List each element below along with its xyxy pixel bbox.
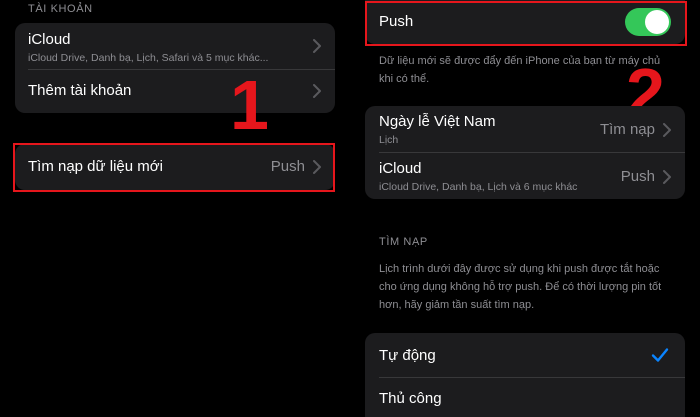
account-row-icloud[interactable]: iCloud iCloud Drive, Danh bạ, Lịch và 6 …: [365, 153, 685, 199]
add-account-row[interactable]: Thêm tài khoản: [15, 70, 335, 113]
annotation-number-1: 1: [230, 66, 269, 144]
chevron-right-icon: [312, 39, 322, 53]
accounts-group: iCloud iCloud Drive, Danh bạ, Lịch, Safa…: [15, 23, 335, 113]
calendar-accounts-group: Ngày lễ Việt Nam Lịch Tìm nạp iCloud iCl…: [365, 106, 685, 199]
fetch-description: Lịch trình dưới đây được sử dụng khi pus…: [379, 263, 662, 311]
account-fetch-mode: Tìm nạp: [599, 121, 655, 138]
add-account-label: Thêm tài khoản: [28, 82, 132, 99]
account-fetch-mode: Push: [620, 168, 655, 185]
schedule-group: Tự động Thủ công: [365, 333, 685, 417]
account-row-icloud[interactable]: iCloud iCloud Drive, Danh bạ, Lịch, Safa…: [15, 23, 335, 69]
account-title: Ngày lễ Việt Nam: [379, 113, 496, 130]
account-subtitle: Lịch: [379, 134, 399, 146]
checkmark-icon: [651, 347, 669, 363]
account-title: iCloud: [379, 160, 422, 177]
chevron-right-icon: [312, 84, 322, 98]
section-header-fetch: TÌM NẠP: [379, 236, 428, 248]
highlight-box-1: [13, 143, 335, 192]
schedule-option-manual[interactable]: Thủ công: [365, 378, 685, 417]
right-pane: Push Dữ liệu mới sẽ được đẩy đến iPhone …: [350, 0, 700, 417]
account-row-holidays[interactable]: Ngày lễ Việt Nam Lịch Tìm nạp: [365, 106, 685, 152]
schedule-option-label: Tự động: [379, 347, 436, 364]
chevron-right-icon: [662, 170, 672, 184]
chevron-right-icon: [662, 123, 672, 137]
schedule-option-automatic[interactable]: Tự động: [365, 333, 685, 377]
account-subtitle: iCloud Drive, Danh bạ, Lịch, Safari và 5…: [28, 52, 269, 64]
account-subtitle: iCloud Drive, Danh bạ, Lịch và 6 mục khá…: [379, 181, 578, 193]
highlight-box-2: [365, 1, 687, 46]
section-header-accounts: TÀI KHOẢN: [28, 3, 93, 15]
schedule-option-label: Thủ công: [379, 390, 442, 407]
left-pane: TÀI KHOẢN iCloud iCloud Drive, Danh bạ, …: [0, 0, 350, 417]
account-title: iCloud: [28, 31, 71, 48]
